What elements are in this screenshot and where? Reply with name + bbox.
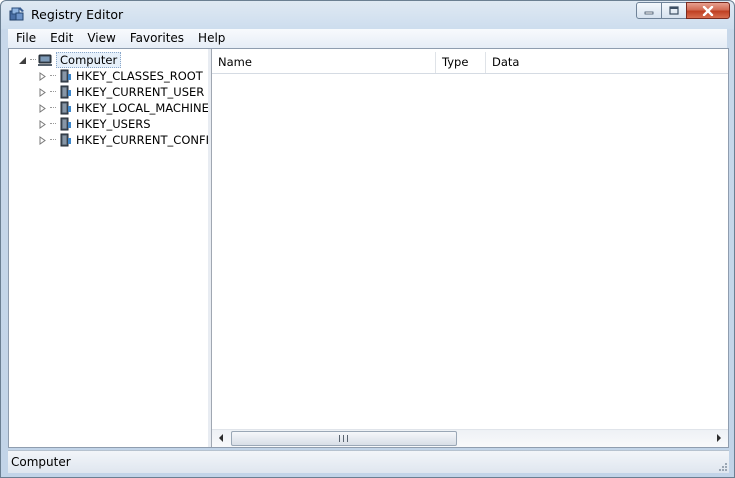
tree-item-label: Computer [56, 52, 122, 68]
tree-line [50, 91, 56, 93]
collapse-arrow-icon[interactable] [18, 56, 27, 65]
window-title: Registry Editor [31, 7, 124, 22]
status-text: Computer [11, 455, 71, 469]
tree-node-hkey-users[interactable]: HKEY_USERS [38, 116, 151, 132]
scrollbar-thumb[interactable] [231, 431, 457, 446]
registry-editor-window: Registry Editor File Edit View Favorites… [0, 0, 735, 478]
folder-key-icon [60, 85, 71, 99]
title-bar[interactable]: Registry Editor [1, 1, 734, 29]
values-list-pane[interactable]: Name Type Data [212, 49, 728, 447]
close-button[interactable] [686, 2, 730, 19]
horizontal-scrollbar[interactable] [212, 429, 728, 447]
folder-key-icon [60, 117, 71, 131]
expand-arrow-icon[interactable] [38, 103, 47, 113]
menu-edit[interactable]: Edit [43, 29, 80, 48]
grip-icon [339, 435, 348, 442]
maximize-icon [669, 6, 679, 15]
tree-node-computer[interactable]: Computer [18, 52, 122, 68]
tree-node-hkey-classes-root[interactable]: HKEY_CLASSES_ROOT [38, 68, 203, 84]
close-icon [702, 5, 714, 16]
tree-node-hkey-local-machine[interactable]: HKEY_LOCAL_MACHINE [38, 100, 209, 116]
column-header-type[interactable]: Type [436, 52, 486, 73]
tree-node-hkey-current-user[interactable]: HKEY_CURRENT_USER [38, 84, 204, 100]
menu-help[interactable]: Help [191, 29, 232, 48]
scroll-left-arrow-icon[interactable] [217, 434, 225, 442]
minimize-button[interactable] [636, 2, 662, 19]
expand-arrow-icon[interactable] [38, 71, 47, 81]
computer-icon [38, 54, 52, 66]
expand-arrow-icon[interactable] [38, 87, 47, 97]
tree-line [50, 107, 56, 109]
expand-arrow-icon[interactable] [38, 135, 47, 145]
expand-arrow-icon[interactable] [38, 119, 47, 129]
regedit-icon [9, 7, 24, 21]
column-header-data[interactable]: Data [486, 52, 728, 73]
tree-item-label: HKEY_USERS [76, 117, 151, 131]
client-area: Computer HKEY_CLASSES_ROOT HKEY_CURRENT_… [8, 48, 729, 448]
tree-line [50, 75, 56, 77]
folder-key-icon [60, 133, 71, 147]
tree-item-label: HKEY_CURRENT_CONFIG [76, 133, 218, 147]
resize-grip-icon[interactable] [717, 461, 727, 471]
tree-item-label: HKEY_CURRENT_USER [76, 85, 205, 99]
menu-favorites[interactable]: Favorites [123, 29, 191, 48]
menu-bar: File Edit View Favorites Help [8, 29, 727, 48]
folder-key-icon [60, 69, 71, 83]
minimize-icon [644, 11, 654, 14]
tree-line [50, 123, 56, 125]
tree-line [30, 59, 36, 61]
column-header-name[interactable]: Name [212, 52, 436, 73]
tree-line [50, 139, 56, 141]
folder-key-icon [60, 101, 71, 115]
tree-item-label: HKEY_LOCAL_MACHINE [76, 101, 209, 115]
key-tree-pane[interactable]: Computer HKEY_CLASSES_ROOT HKEY_CURRENT_… [9, 49, 218, 447]
maximize-button[interactable] [661, 2, 687, 19]
status-bar: Computer [8, 450, 729, 473]
menu-file[interactable]: File [8, 29, 43, 48]
tree-item-label: HKEY_CLASSES_ROOT [76, 69, 203, 83]
menu-view[interactable]: View [80, 29, 122, 48]
scroll-right-arrow-icon[interactable] [715, 434, 723, 442]
list-header: Name Type Data [212, 52, 728, 74]
tree-node-hkey-current-config[interactable]: HKEY_CURRENT_CONFIG [38, 132, 218, 148]
caption-buttons [636, 2, 730, 21]
